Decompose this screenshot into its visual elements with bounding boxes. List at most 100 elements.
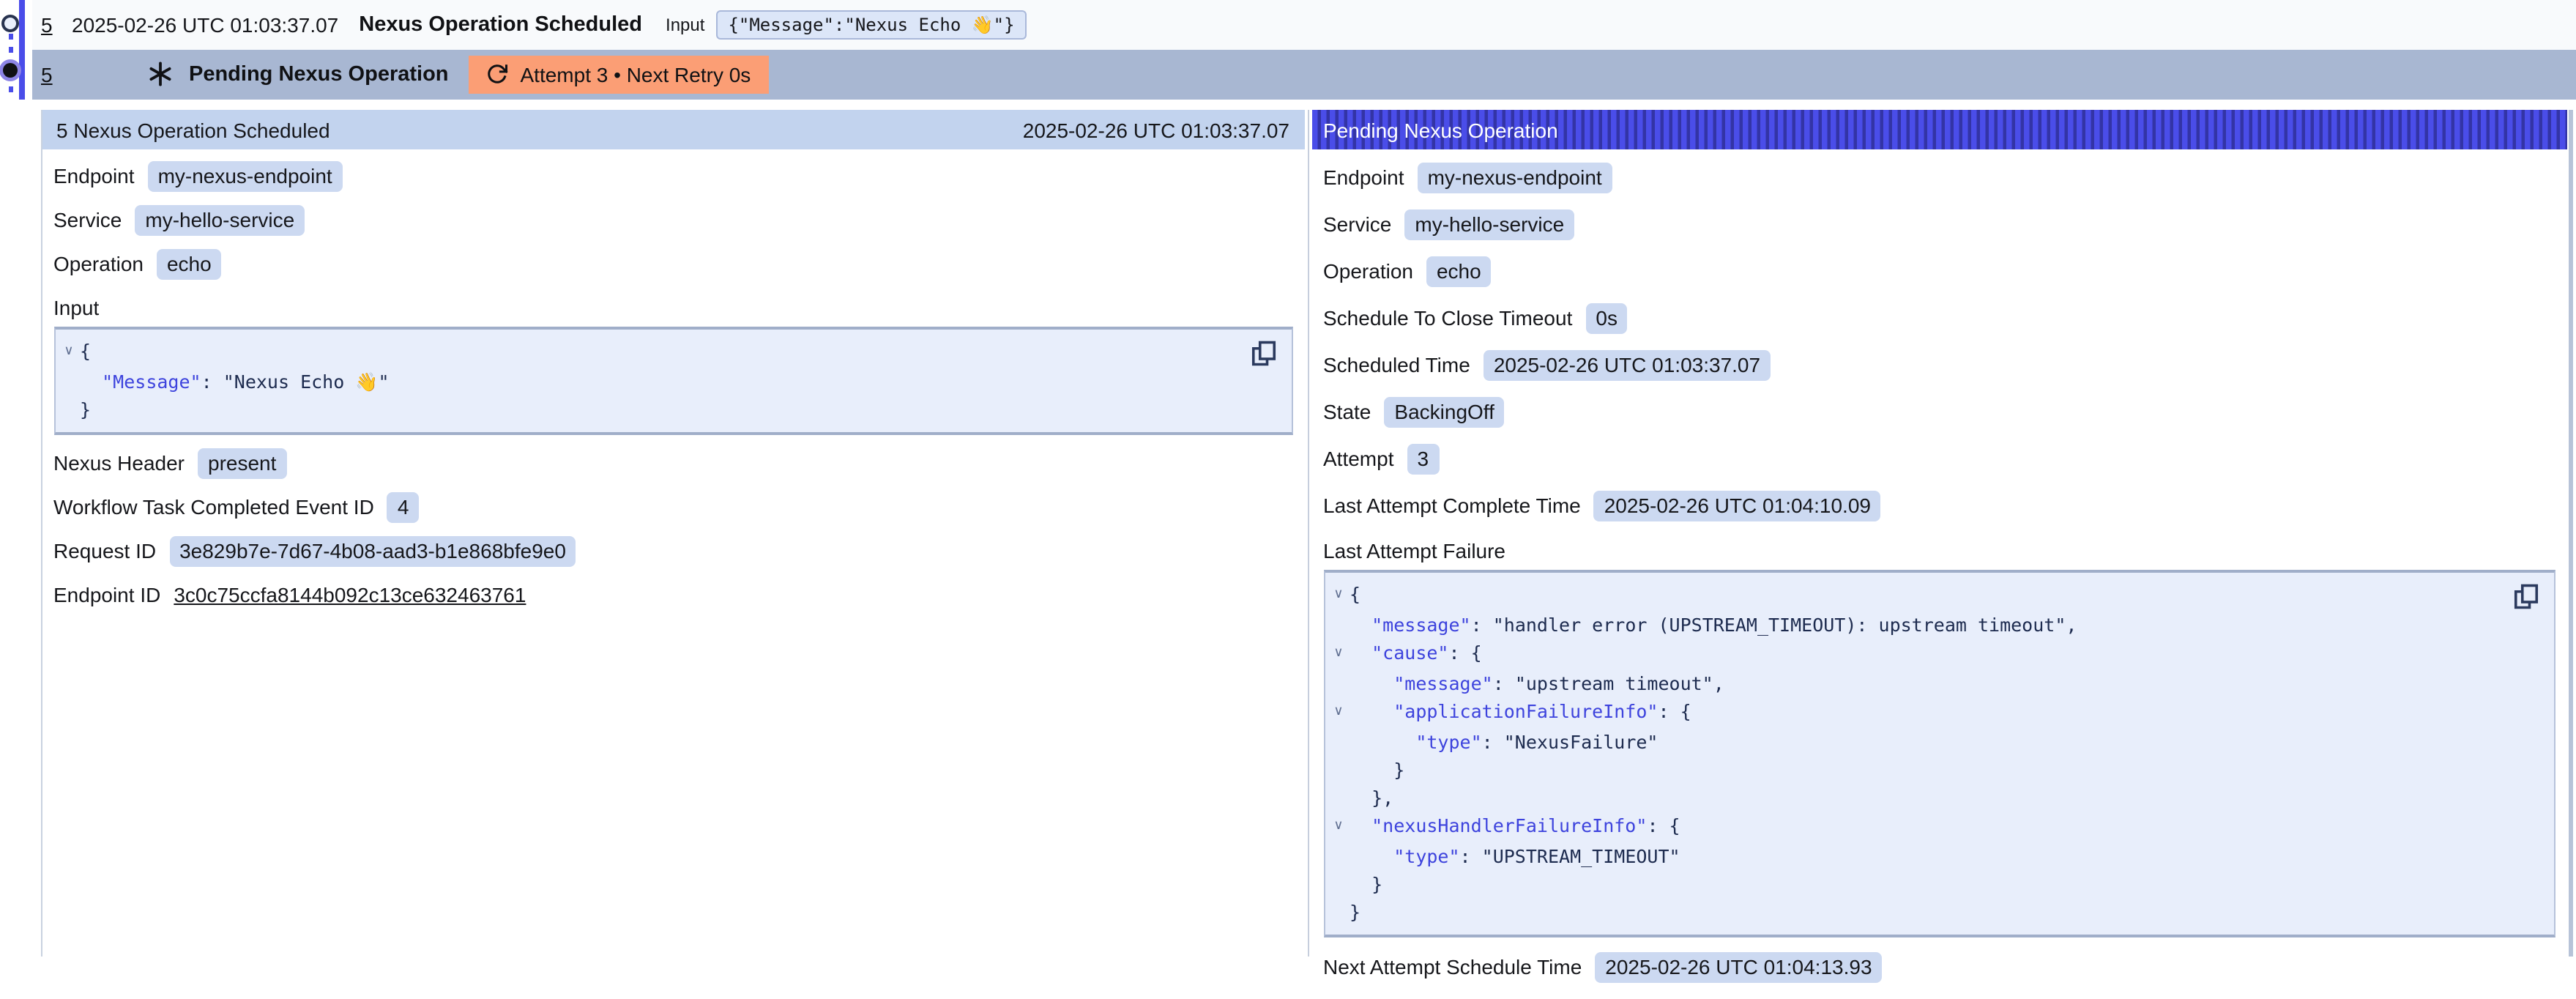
code-text: "message": "upstream timeout", [1350, 669, 1724, 697]
field-value-chip: present [198, 447, 286, 478]
event-row-pending-nexus-operation[interactable]: 5 Pending Nexus Operation Attempt 3 • Ne… [32, 49, 2576, 99]
field-label: Service [53, 208, 122, 231]
field-value-chip: my-nexus-endpoint [1418, 162, 1612, 193]
scheduled-panel-header: 5 Nexus Operation Scheduled 2025-02-26 U… [42, 110, 1304, 149]
field-value-chip: BackingOff [1384, 396, 1504, 427]
code-line: "message": "handler error (UPSTREAM_TIME… [1328, 611, 2504, 639]
code-gutter [58, 368, 80, 395]
field-label: Operation [53, 252, 144, 275]
timeline-node-open-icon [1, 15, 19, 32]
fold-chevron-icon[interactable]: ∨ [1328, 580, 1350, 611]
code-line: ∨{ [1328, 580, 2504, 611]
event-row-nexus-operation-scheduled[interactable]: 5 2025-02-26 UTC 01:03:37.07 Nexus Opera… [32, 0, 2576, 49]
event-id-link[interactable]: 5 [41, 13, 54, 37]
code-text: } [1350, 898, 1360, 926]
event-history-view: 5 2025-02-26 UTC 01:03:37.07 Nexus Opera… [0, 0, 2576, 957]
code-text: { [1350, 580, 1360, 611]
copy-icon [1250, 340, 1276, 369]
field-label: Attempt [1323, 447, 1394, 470]
code-text: "Message": "Nexus Echo 👋" [80, 368, 390, 395]
field-row: Last Attempt Complete Time2025-02-26 UTC… [1323, 482, 2555, 529]
event-rows: 5 2025-02-26 UTC 01:03:37.07 Nexus Opera… [0, 0, 2576, 99]
code-text: "type": "NexusFailure" [1350, 728, 1658, 756]
code-text: "message": "handler error (UPSTREAM_TIME… [1350, 611, 2077, 639]
field-label: Service [1323, 212, 1391, 236]
code-gutter [1328, 784, 1350, 812]
field-value-chip: 2025-02-26 UTC 01:03:37.07 [1484, 349, 1771, 380]
pending-panel-title: Pending Nexus Operation [1323, 118, 1558, 141]
code-line: ∨ "applicationFailureInfo": { [1328, 697, 2504, 728]
code-line: } [1328, 898, 2504, 926]
field-row: Endpointmy-nexus-endpoint [53, 154, 1292, 198]
field-value-chip: my-hello-service [1404, 209, 1574, 239]
field-value-chip: my-hello-service [135, 204, 305, 235]
input-json-block: ∨{ "Message": "Nexus Echo 👋"} [53, 327, 1292, 435]
copy-button[interactable] [1250, 340, 1276, 369]
code-gutter [1328, 870, 1350, 898]
field-label: Operation [1323, 259, 1413, 283]
field-label: Scheduled Time [1323, 353, 1470, 376]
field-row: Request ID 3e829b7e-7d67-4b08-aad3-b1e868… [53, 529, 1292, 573]
code-line: } [1328, 756, 2504, 784]
timeline-node-current-icon [3, 63, 18, 78]
code-text: } [1350, 756, 1404, 784]
event-input-preview-chip[interactable]: {"Message":"Nexus Echo 👋"} [716, 10, 1026, 40]
pending-operation-title: Pending Nexus Operation [189, 62, 449, 86]
code-gutter [1328, 611, 1350, 639]
fold-chevron-icon[interactable]: ∨ [1328, 639, 1350, 669]
field-row: State BackingOff [1323, 388, 2555, 435]
event-detail-panels: 5 Nexus Operation Scheduled 2025-02-26 U… [40, 110, 2576, 957]
retry-badge-text: Attempt 3 • Next Retry 0s [521, 62, 751, 86]
code-text: } [80, 395, 91, 423]
field-row: Workflow Task Completed Event ID 4 [53, 485, 1292, 529]
field-label: Endpoint [1323, 166, 1404, 189]
event-id-link[interactable]: 5 [41, 62, 54, 86]
field-row: Endpoint my-nexus-endpoint [1323, 154, 2555, 201]
field-value-chip: my-nexus-endpoint [148, 160, 343, 191]
field-label: Nexus Header [53, 451, 185, 475]
field-value-chip: 4 [387, 491, 420, 522]
code-line: "type": "NexusFailure" [1328, 728, 2504, 756]
field-label: State [1323, 400, 1371, 423]
code-gutter [1328, 728, 1350, 756]
pending-panel-header: Pending Nexus Operation [1311, 110, 2567, 149]
scrollbar[interactable] [2569, 110, 2573, 957]
field-value-chip: 3 [1407, 443, 1440, 474]
scheduled-panel-timestamp: 2025-02-26 UTC 01:03:37.07 [1023, 118, 1289, 141]
field-row: Schedule To Close Timeout0s [1323, 294, 2555, 341]
code-gutter [1328, 842, 1350, 870]
code-gutter [1328, 669, 1350, 697]
field-row: Service my-hello-service [53, 198, 1292, 242]
field-label: Workflow Task Completed Event ID [53, 495, 374, 519]
retry-icon [487, 63, 509, 85]
code-line: } [1328, 870, 2504, 898]
fold-chevron-icon[interactable]: ∨ [1328, 697, 1350, 728]
code-text: } [1350, 870, 1382, 898]
code-text: "nexusHandlerFailureInfo": { [1350, 812, 1680, 842]
field-label: Next Attempt Schedule Time [1323, 955, 1582, 978]
field-value-link[interactable]: 3c0c75ccfa8144b092c13ce632463761 [174, 583, 526, 606]
code-line: ∨{ [58, 337, 1241, 368]
field-row: Endpoint ID3c0c75ccfa8144b092c13ce632463… [53, 573, 1292, 617]
code-text: "applicationFailureInfo": { [1350, 697, 1691, 728]
code-line: } [58, 395, 1241, 423]
failure-section-label: Last Attempt Failure [1323, 539, 2555, 562]
field-row: Attempt 3 [1323, 435, 2555, 482]
field-row: Next Attempt Schedule Time 2025-02-26 UTC… [1323, 943, 2555, 990]
field-value-chip: 2025-02-26 UTC 01:04:10.09 [1594, 490, 1881, 521]
pending-operation-panel: Pending Nexus Operation Endpoint my-nexus… [1311, 110, 2576, 957]
field-value-chip: 3e829b7e-7d67-4b08-aad3-b1e868bfe9e0 [169, 535, 576, 566]
code-gutter [1328, 756, 1350, 784]
copy-button[interactable] [2513, 583, 2539, 612]
field-value-chip: 2025-02-26 UTC 01:04:13.93 [1595, 951, 1882, 982]
code-text: { [80, 337, 91, 368]
field-label: Request ID [53, 539, 156, 562]
code-line: ∨ "cause": { [1328, 639, 2504, 669]
copy-icon [2513, 583, 2539, 612]
field-label: Schedule To Close Timeout [1323, 306, 1572, 330]
scheduled-panel-title: 5 Nexus Operation Scheduled [56, 118, 330, 141]
event-input-label: Input [666, 15, 704, 35]
fold-chevron-icon[interactable]: ∨ [58, 337, 80, 368]
field-row: Operationecho [1323, 248, 2555, 294]
fold-chevron-icon[interactable]: ∨ [1328, 812, 1350, 842]
